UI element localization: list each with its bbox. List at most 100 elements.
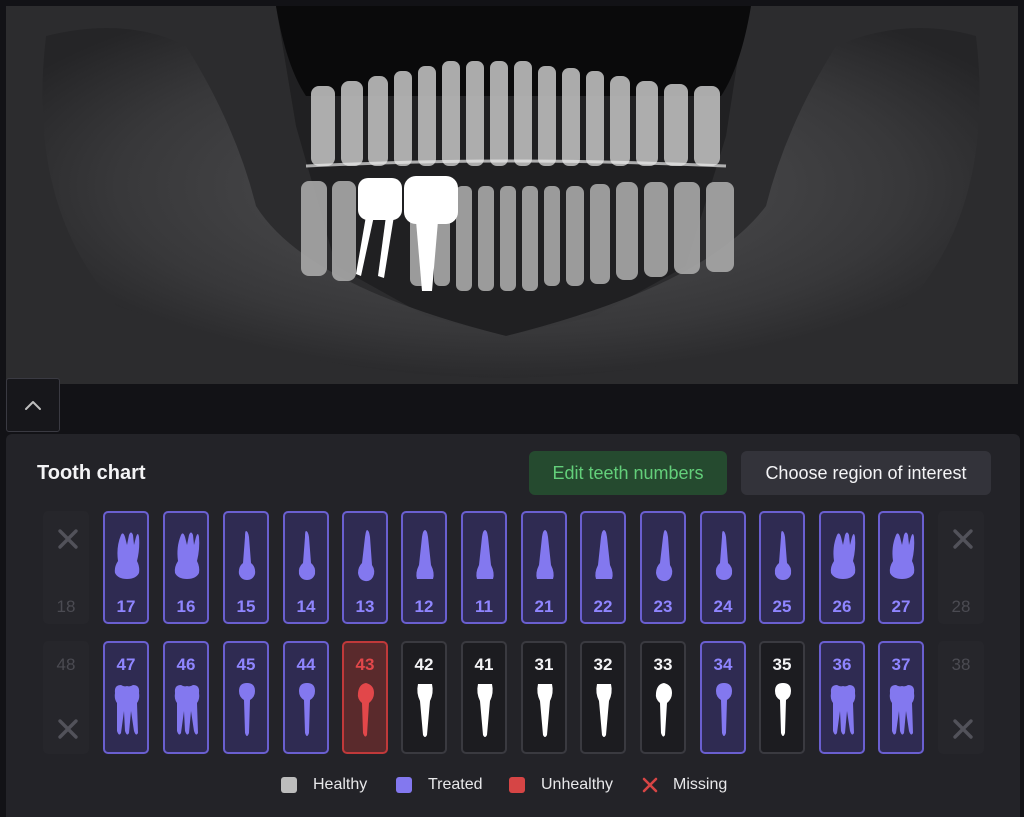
close-icon xyxy=(642,777,658,793)
legend-label-unhealthy: Unhealthy xyxy=(541,776,614,793)
tooth-number: 18 xyxy=(56,597,76,616)
edit-teeth-numbers-button[interactable]: Edit teeth numbers xyxy=(529,451,727,495)
tooth-number: 36 xyxy=(832,655,852,674)
tooth-number: 33 xyxy=(653,655,673,674)
legend-item-missing: Missing xyxy=(641,776,727,794)
unhealthy-swatch xyxy=(509,777,525,793)
tooth-24[interactable]: 24 xyxy=(700,511,746,624)
canine-tooth-icon xyxy=(357,683,374,737)
tooth-34[interactable]: 34 xyxy=(700,641,746,754)
incisor-tooth-icon xyxy=(417,684,433,737)
tooth-36[interactable]: 36 xyxy=(819,641,865,754)
tooth-number: 47 xyxy=(116,655,136,674)
tooth-number: 24 xyxy=(713,597,733,616)
tooth-12[interactable]: 12 xyxy=(401,511,447,624)
close-icon xyxy=(953,529,973,549)
tooth-48[interactable]: 48 xyxy=(43,641,89,754)
legend-item-healthy: Healthy xyxy=(281,776,367,794)
tooth-27[interactable]: 27 xyxy=(878,511,924,624)
tooth-number: 13 xyxy=(355,597,375,616)
tooth-number: 46 xyxy=(176,655,196,674)
collapse-panel-button[interactable] xyxy=(6,378,60,432)
tooth-43[interactable]: 43 xyxy=(342,641,388,754)
tooth-number: 21 xyxy=(534,597,554,616)
tooth-number: 23 xyxy=(653,597,673,616)
molar-tooth-icon xyxy=(174,532,200,579)
legend: Healthy Treated Unhealthy Missing xyxy=(6,776,1020,798)
tooth-number: 17 xyxy=(116,597,136,616)
healthy-swatch xyxy=(281,777,297,793)
tooth-47[interactable]: 47 xyxy=(103,641,149,754)
close-icon xyxy=(58,529,78,549)
panoramic-xray-image xyxy=(6,6,1018,384)
premolar-tooth-icon xyxy=(774,531,792,580)
tooth-35[interactable]: 35 xyxy=(759,641,805,754)
legend-label-healthy: Healthy xyxy=(313,776,368,793)
incisor-tooth-icon xyxy=(477,684,493,737)
tooth-33[interactable]: 33 xyxy=(640,641,686,754)
tooth-32[interactable]: 32 xyxy=(580,641,626,754)
tooth-number: 41 xyxy=(474,655,494,674)
canine-tooth-icon xyxy=(656,530,673,582)
molar-tooth-icon xyxy=(830,685,856,735)
tooth-number: 12 xyxy=(414,597,434,616)
tooth-chart-panel: Tooth chart Edit teeth numbers Choose re… xyxy=(6,434,1020,817)
tooth-15[interactable]: 15 xyxy=(223,511,269,624)
tooth-number: 34 xyxy=(713,655,733,674)
incisor-tooth-icon xyxy=(476,530,494,579)
molar-tooth-icon xyxy=(174,685,200,735)
legend-label-missing: Missing xyxy=(673,776,728,793)
tooth-26[interactable]: 26 xyxy=(819,511,865,624)
molar-tooth-icon xyxy=(114,685,140,735)
molar-tooth-icon xyxy=(889,532,915,579)
tooth-44[interactable]: 44 xyxy=(283,641,329,754)
tooth-number: 14 xyxy=(296,597,316,616)
tooth-number: 37 xyxy=(891,655,911,674)
incisor-tooth-icon xyxy=(596,684,612,737)
tooth-41[interactable]: 41 xyxy=(461,641,507,754)
premolar-tooth-icon xyxy=(298,531,316,580)
treated-swatch xyxy=(396,777,412,793)
incisor-tooth-icon xyxy=(416,530,434,579)
tooth-number: 26 xyxy=(832,597,852,616)
tooth-38[interactable]: 38 xyxy=(938,641,984,754)
tooth-14[interactable]: 14 xyxy=(283,511,329,624)
tooth-46[interactable]: 46 xyxy=(163,641,209,754)
tooth-number: 35 xyxy=(772,655,792,674)
tooth-25[interactable]: 25 xyxy=(759,511,805,624)
premolar-tooth-icon xyxy=(239,683,255,736)
premolar-tooth-icon xyxy=(715,531,733,580)
tooth-number: 27 xyxy=(891,597,911,616)
tooth-31[interactable]: 31 xyxy=(521,641,567,754)
tooth-37[interactable]: 37 xyxy=(878,641,924,754)
molar-tooth-icon xyxy=(889,685,915,735)
close-icon xyxy=(953,719,973,739)
tooth-16[interactable]: 16 xyxy=(163,511,209,624)
tooth-11[interactable]: 11 xyxy=(461,511,507,624)
tooth-number: 45 xyxy=(236,655,256,674)
tooth-number: 43 xyxy=(355,655,375,674)
tooth-42[interactable]: 42 xyxy=(401,641,447,754)
tooth-22[interactable]: 22 xyxy=(580,511,626,624)
premolar-tooth-icon xyxy=(716,683,732,736)
close-icon xyxy=(58,719,78,739)
premolar-tooth-icon xyxy=(775,683,791,736)
panel-title: Tooth chart xyxy=(37,462,146,484)
tooth-21[interactable]: 21 xyxy=(521,511,567,624)
tooth-18[interactable]: 18 xyxy=(43,511,89,624)
legend-item-treated: Treated xyxy=(396,776,483,794)
incisor-tooth-icon xyxy=(536,530,554,579)
tooth-45[interactable]: 45 xyxy=(223,641,269,754)
tooth-number: 31 xyxy=(534,655,554,674)
incisor-tooth-icon xyxy=(595,530,613,579)
tooth-17[interactable]: 17 xyxy=(103,511,149,624)
tooth-28[interactable]: 28 xyxy=(938,511,984,624)
tooth-23[interactable]: 23 xyxy=(640,511,686,624)
legend-label-treated: Treated xyxy=(428,776,483,793)
canine-tooth-icon xyxy=(358,530,375,582)
premolar-tooth-icon xyxy=(238,531,256,580)
incisor-tooth-icon xyxy=(537,684,553,737)
tooth-13[interactable]: 13 xyxy=(342,511,388,624)
choose-region-of-interest-button[interactable]: Choose region of interest xyxy=(741,451,991,495)
tooth-number: 16 xyxy=(176,597,196,616)
